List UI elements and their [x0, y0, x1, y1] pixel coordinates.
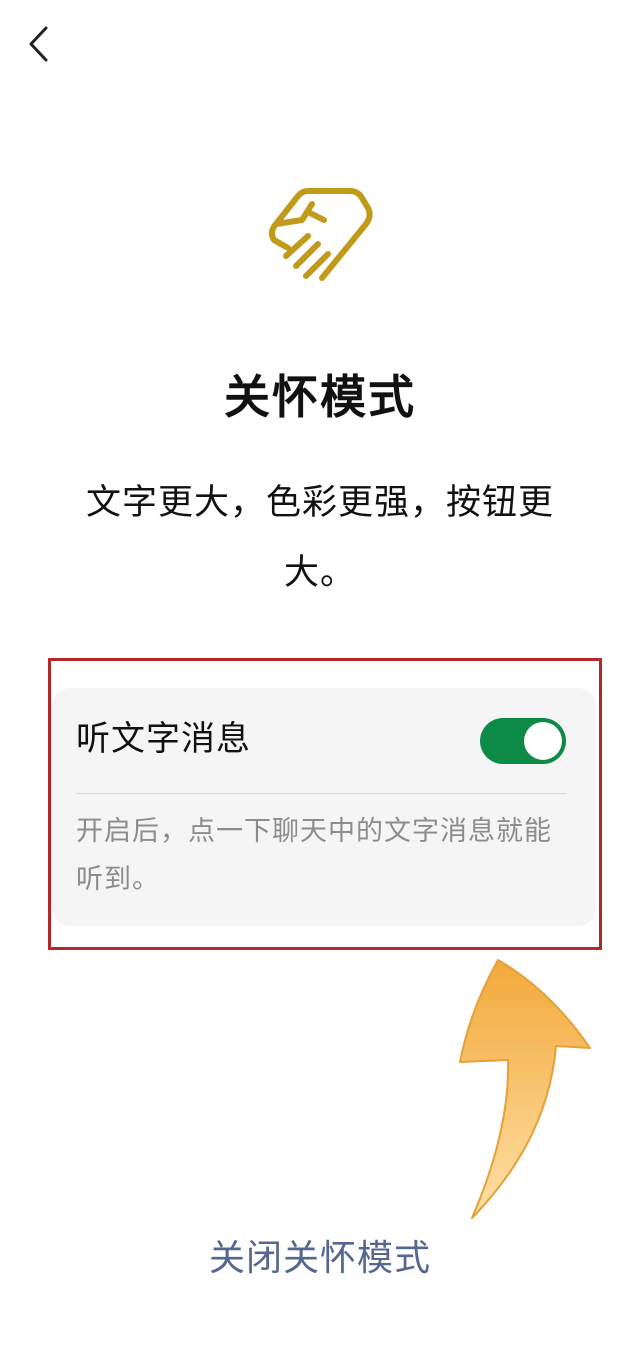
curved-arrow-icon — [459, 959, 591, 1219]
toggle-knob — [524, 722, 562, 760]
listen-text-message-card: 听文字消息 开启后，点一下聊天中的文字消息就能听到。 — [52, 688, 596, 926]
chevron-left-icon — [29, 26, 48, 62]
page-subtitle: 文字更大，色彩更强，按钮更大。 — [85, 483, 554, 593]
listen-text-message-description: 开启后，点一下聊天中的文字消息就能听到。 — [76, 816, 552, 895]
page-title: 关怀模式 — [224, 370, 416, 424]
back-button[interactable] — [16, 22, 60, 66]
divider — [76, 793, 566, 794]
listen-text-message-toggle[interactable] — [480, 718, 566, 764]
heart-hand-icon — [268, 188, 373, 281]
listen-text-message-label: 听文字消息 — [76, 719, 251, 759]
close-care-mode-link[interactable]: 关闭关怀模式 — [0, 1232, 640, 1286]
